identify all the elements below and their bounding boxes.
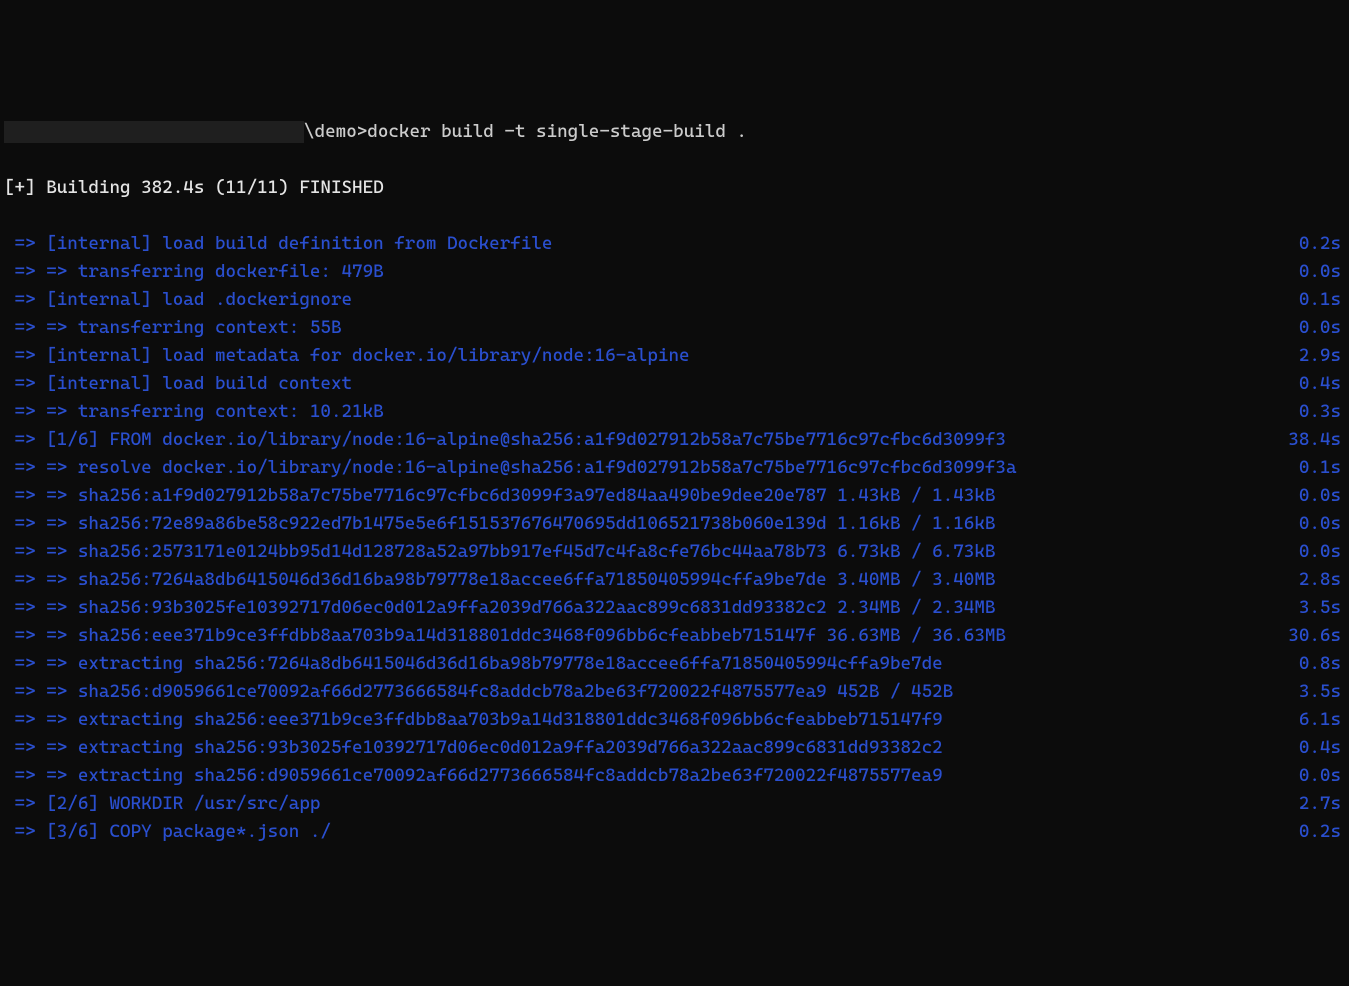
output-line: => => resolve docker.io/library/node:16-… [0,454,1349,482]
output-line: => => sha256:7264a8db6415046d36d16ba98b7… [0,566,1349,594]
output-text: => => sha256:a1f9d027912b58a7c75be7716c9… [4,482,995,510]
output-text: => [internal] load build definition from… [4,230,552,258]
output-time: 0.3s [1299,398,1341,426]
output-text: => [3/6] COPY package*.json ./ [4,818,331,846]
output-time: 2.9s [1299,342,1341,370]
output-time: 0.0s [1299,538,1341,566]
prompt-suffix: \demo> [304,121,367,142]
output-time: 6.1s [1299,706,1341,734]
status-text: [+] Building 382.4s (11/11) FINISHED [4,174,384,202]
output-text: => => sha256:72e89a86be58c922ed7b1475e5e… [4,510,995,538]
output-line: => [internal] load build definition from… [0,230,1349,258]
output-line: => [3/6] COPY package*.json ./ 0.2s [0,818,1349,846]
output-time: 0.0s [1299,482,1341,510]
output-time: 0.0s [1299,762,1341,790]
output-time: 30.6s [1288,622,1341,650]
output-line: => [internal] load .dockerignore 0.1s [0,286,1349,314]
command-line[interactable]: \demo>docker build -t single-stage-build… [0,118,1349,146]
output-time: 0.4s [1299,370,1341,398]
output-line: => => sha256:93b3025fe10392717d06ec0d012… [0,594,1349,622]
output-text: => [2/6] WORKDIR /usr/src/app [4,790,320,818]
output-line: => => extracting sha256:93b3025fe1039271… [0,734,1349,762]
output-text: => => extracting sha256:93b3025fe1039271… [4,734,943,762]
output-text: => => sha256:7264a8db6415046d36d16ba98b7… [4,566,995,594]
output-text: => => sha256:93b3025fe10392717d06ec0d012… [4,594,995,622]
output-time: 0.2s [1299,230,1341,258]
output-time: 0.4s [1299,734,1341,762]
output-text: => => extracting sha256:d9059661ce70092a… [4,762,943,790]
output-time: 0.0s [1299,314,1341,342]
output-line: => => extracting sha256:eee371b9ce3ffdbb… [0,706,1349,734]
output-text: => => transferring context: 10.21kB [4,398,384,426]
output-line: => => extracting sha256:7264a8db6415046d… [0,650,1349,678]
output-line: => [2/6] WORKDIR /usr/src/app 2.7s [0,790,1349,818]
output-text: => => sha256:2573171e0124bb95d14d128728a… [4,538,995,566]
output-line: => [internal] load metadata for docker.i… [0,342,1349,370]
output-text: => [internal] load metadata for docker.i… [4,342,690,370]
output-line: => => sha256:eee371b9ce3ffdbb8aa703b9a14… [0,622,1349,650]
output-line: => => sha256:72e89a86be58c922ed7b1475e5e… [0,510,1349,538]
output-line: => [internal] load build context 0.4s [0,370,1349,398]
build-output: => [internal] load build definition from… [0,230,1349,846]
output-line: => => sha256:2573171e0124bb95d14d128728a… [0,538,1349,566]
output-text: => => extracting sha256:eee371b9ce3ffdbb… [4,706,943,734]
output-text: => => transferring context: 55B [4,314,342,342]
output-time: 38.4s [1288,426,1341,454]
output-text: => => transferring dockerfile: 479B [4,258,384,286]
output-time: 2.8s [1299,566,1341,594]
output-time: 0.1s [1299,286,1341,314]
output-text: => => extracting sha256:7264a8db6415046d… [4,650,943,678]
output-text: => [1/6] FROM docker.io/library/node:16-… [4,426,1006,454]
output-text: => => resolve docker.io/library/node:16-… [4,454,1017,482]
output-time: 0.1s [1299,454,1341,482]
output-line: => => transferring context: 10.21kB 0.3s [0,398,1349,426]
output-time: 0.0s [1299,258,1341,286]
output-line: => => sha256:a1f9d027912b58a7c75be7716c9… [0,482,1349,510]
output-time: 0.2s [1299,818,1341,846]
output-time: 3.5s [1299,594,1341,622]
output-text: => [internal] load build context [4,370,352,398]
build-status-line: [+] Building 382.4s (11/11) FINISHED [0,174,1349,202]
output-text: => [internal] load .dockerignore [4,286,352,314]
output-text: => => sha256:eee371b9ce3ffdbb8aa703b9a14… [4,622,1006,650]
output-line: => => transferring context: 55B 0.0s [0,314,1349,342]
command-text: docker build -t single-stage-build . [367,121,747,142]
output-line: => [1/6] FROM docker.io/library/node:16-… [0,426,1349,454]
output-time: 0.8s [1299,650,1341,678]
output-time: 0.0s [1299,510,1341,538]
output-line: => => transferring dockerfile: 479B 0.0s [0,258,1349,286]
output-line: => => extracting sha256:d9059661ce70092a… [0,762,1349,790]
output-time: 2.7s [1299,790,1341,818]
redacted-path [4,121,304,143]
